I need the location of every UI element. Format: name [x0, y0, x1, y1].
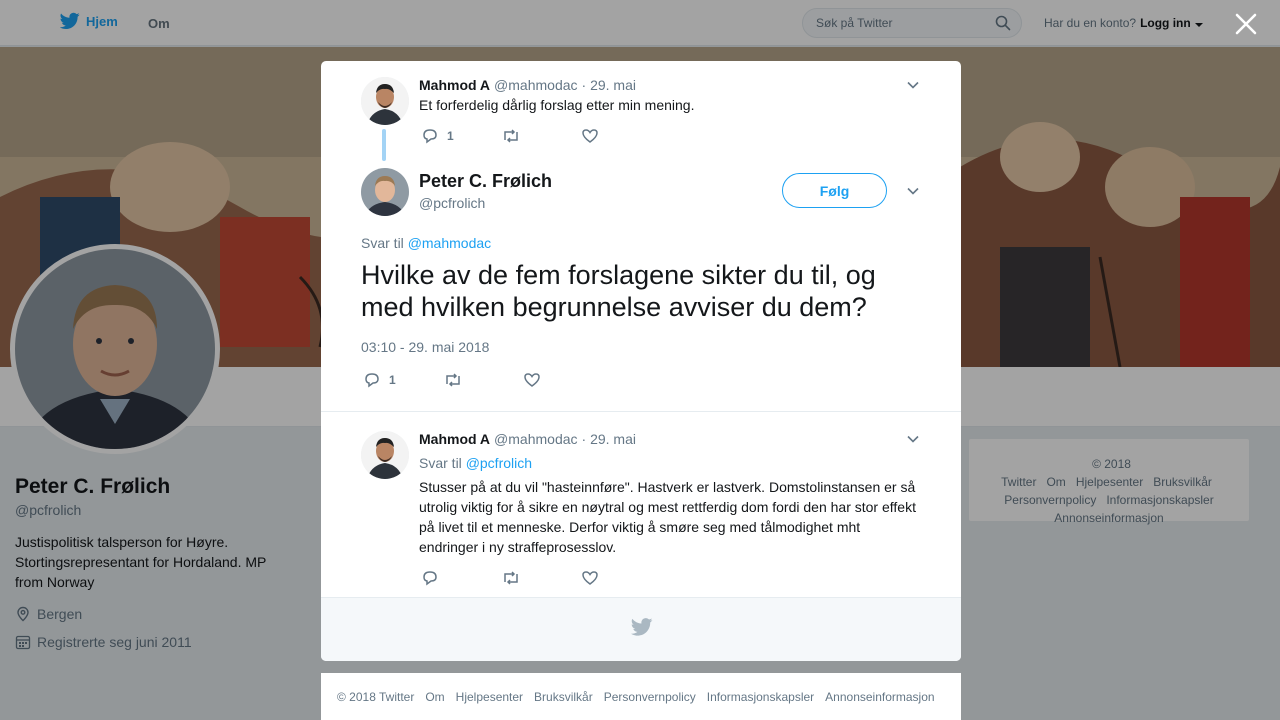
close-icon[interactable] [1234, 12, 1258, 36]
modal-footer [321, 597, 961, 661]
avatar[interactable] [361, 431, 409, 479]
retweet-button[interactable] [501, 127, 581, 145]
tweet-modal: Mahmod A @mahmodac · 29. mai Et forferde… [321, 61, 961, 661]
reply-icon [423, 571, 437, 586]
avatar[interactable] [361, 77, 409, 125]
tweet-author-name[interactable]: Mahmod A [419, 431, 490, 447]
like-icon [582, 129, 598, 143]
tweet-actions [421, 569, 661, 587]
tweet-author-handle[interactable]: @pcfrolich [419, 195, 485, 211]
tweet-text: Et forferdelig dårlig forslag etter min … [419, 97, 695, 113]
footer-link[interactable]: Informasjonskapsler [707, 690, 814, 720]
retweet-icon [504, 571, 518, 585]
reply-prefix: Svar til [361, 235, 404, 251]
like-icon [524, 373, 540, 387]
tweet-header: Mahmod A @mahmodac · 29. mai [419, 77, 636, 93]
footer-link[interactable]: Hjelpesenter [456, 690, 523, 720]
reply-count: 1 [447, 129, 454, 143]
tweet-actions: 1 [421, 127, 661, 145]
retweet-icon [446, 373, 460, 387]
thread-line [382, 129, 386, 161]
tweet-timestamp[interactable]: 03:10 - 29. mai 2018 [361, 339, 489, 355]
tweet-date[interactable]: · 29. mai [582, 431, 636, 447]
tweet-text: Stusser på at du vil "hasteinnføre". Has… [419, 479, 916, 555]
avatar-image [361, 431, 409, 479]
reply-button[interactable]: 1 [363, 371, 443, 389]
retweet-button[interactable] [501, 569, 581, 587]
chevron-down-icon[interactable] [906, 78, 920, 92]
reply-icon [365, 373, 379, 388]
tweet-header: Mahmod A @mahmodac · 29. mai [419, 431, 636, 447]
reply-context: Svar til @pcfrolich [419, 453, 532, 473]
retweet-button[interactable] [443, 371, 523, 389]
tweet-author-handle[interactable]: @mahmodac [494, 77, 577, 93]
twitter-bird-icon [631, 618, 653, 636]
retweet-icon [504, 129, 518, 143]
footer-link[interactable]: Annonseinformasjon [825, 690, 934, 720]
like-button[interactable] [523, 371, 603, 389]
reply-to-link[interactable]: @mahmodac [408, 235, 491, 251]
chevron-down-icon[interactable] [906, 432, 920, 446]
footer-link[interactable]: Om [425, 690, 444, 720]
like-button[interactable] [581, 127, 661, 145]
like-button[interactable] [581, 569, 661, 587]
reply-count: 1 [389, 373, 396, 387]
like-icon [582, 571, 598, 585]
tweet-author-handle[interactable]: @mahmodac [494, 431, 577, 447]
reply-icon [423, 129, 437, 144]
tweet-text: Hvilke av de fem forslagene sikter du ti… [361, 260, 876, 322]
reply-prefix: Svar til [419, 455, 462, 471]
footer-link[interactable]: Personvernpolicy [604, 690, 696, 720]
bottom-footer: © 2018 Twitter Om Hjelpesenter Bruksvilk… [321, 673, 961, 720]
divider [321, 411, 961, 412]
footer-link[interactable]: Bruksvilkår [534, 690, 593, 720]
follow-button[interactable]: Følg [782, 173, 887, 208]
chevron-down-icon[interactable] [906, 184, 920, 198]
tweet-author-name[interactable]: Peter C. Frølich [419, 171, 552, 192]
reply-context: Svar til @mahmodac [361, 235, 491, 251]
reply-button[interactable]: 1 [421, 127, 501, 145]
avatar-image [361, 77, 409, 125]
tweet-author-name[interactable]: Mahmod A [419, 77, 490, 93]
tweet-actions: 1 [363, 371, 603, 389]
reply-button[interactable] [421, 569, 501, 587]
reply-to-link[interactable]: @pcfrolich [466, 455, 532, 471]
avatar[interactable] [361, 168, 409, 216]
tweet-date[interactable]: · 29. mai [582, 77, 636, 93]
footer-link[interactable]: © 2018 Twitter [337, 690, 414, 720]
avatar-image [361, 168, 409, 216]
